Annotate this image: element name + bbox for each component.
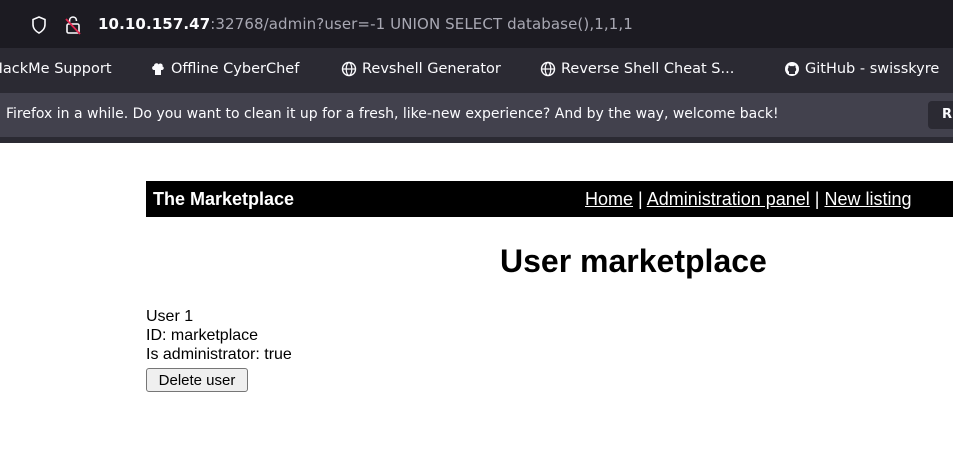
chef-hat-icon	[152, 63, 164, 75]
user-id: ID: marketplace	[146, 327, 259, 344]
nav-new-listing-link[interactable]: New listing	[824, 189, 911, 209]
bookmark-label: GitHub - swisskyre	[805, 61, 940, 77]
nav-home-link[interactable]: Home	[585, 189, 633, 209]
bookmarks-bar: HackMe Support Offline CyberChef Revshel…	[0, 48, 953, 93]
bookmark-label: HackMe Support	[0, 61, 112, 77]
notification-message: Firefox in a while. Do you want to clean…	[6, 106, 779, 122]
bookmark-label: Revshell Generator	[362, 61, 501, 77]
globe-icon	[341, 61, 357, 77]
bookmark-reverse-shell-cheat[interactable]: Reverse Shell Cheat S...	[540, 61, 734, 77]
toolbar-divider	[0, 137, 953, 143]
user-details: User 1 ID: marketplace Is administrator:…	[146, 307, 292, 364]
insecure-lock-icon[interactable]	[65, 15, 81, 35]
site-brand: The Marketplace	[153, 189, 295, 209]
bookmark-revshell-generator[interactable]: Revshell Generator	[341, 61, 501, 77]
nav-separator: |	[809, 189, 825, 209]
user-admin-status: Is administrator: true	[146, 346, 292, 363]
bookmark-hackme-support[interactable]: HackMe Support	[0, 61, 112, 77]
nav-separator: |	[633, 189, 647, 209]
globe-icon	[540, 61, 556, 77]
url-bar[interactable]: 10.10.157.47:32768/admin?user=-1 UNION S…	[0, 0, 953, 48]
notification-bar: Firefox in a while. Do you want to clean…	[0, 93, 953, 137]
user-title: User 1	[146, 308, 194, 325]
bookmark-label: Offline CyberChef	[171, 61, 300, 77]
url-host: 10.10.157.47	[98, 15, 211, 33]
delete-user-button[interactable]: Delete user	[146, 368, 248, 392]
nav-admin-panel-link[interactable]: Administration panel	[647, 189, 810, 209]
site-navbar: The Marketplace Home | Administration pa…	[146, 181, 953, 217]
refresh-button[interactable]: R	[928, 101, 953, 129]
nav-links: Home | Administration panel | New listin…	[585, 189, 912, 210]
github-icon	[785, 62, 799, 76]
bookmark-github[interactable]: GitHub - swisskyre	[784, 61, 939, 77]
url-path: :32768/admin?user=-1 UNION SELECT databa…	[210, 15, 633, 33]
bookmark-offline-cyberchef[interactable]: Offline CyberChef	[150, 61, 299, 77]
shield-icon[interactable]	[31, 16, 47, 34]
bookmark-label: Reverse Shell Cheat S...	[561, 61, 735, 77]
page-title: User marketplace	[500, 243, 767, 279]
url-text[interactable]: 10.10.157.47:32768/admin?user=-1 UNION S…	[98, 15, 633, 33]
